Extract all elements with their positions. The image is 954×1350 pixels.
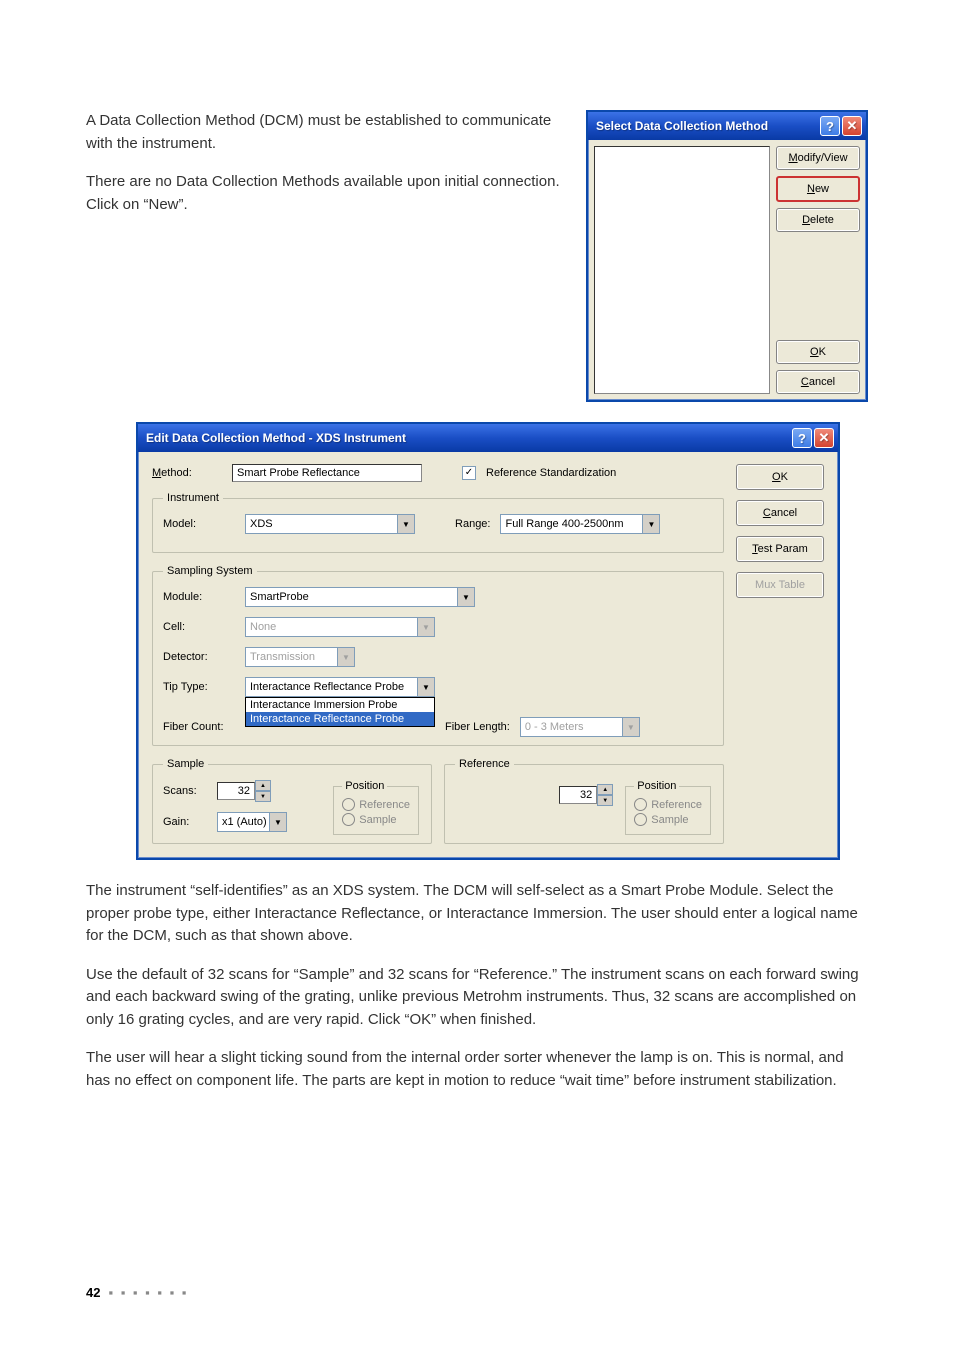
fiber-length-label: Fiber Length:: [445, 721, 510, 733]
chevron-down-icon: ▼: [417, 618, 434, 636]
close-icon[interactable]: ✕: [814, 428, 834, 448]
cancel-button[interactable]: Cancel: [776, 370, 860, 394]
spin-up-icon[interactable]: ▲: [597, 784, 613, 795]
tip-option-immersion[interactable]: Interactance Immersion Probe: [246, 698, 434, 712]
spin-down-icon[interactable]: ▼: [597, 795, 613, 806]
spin-up-icon[interactable]: ▲: [255, 780, 271, 791]
reference-group: Reference ▲▼ Position Reference: [444, 758, 724, 844]
body-p1: The instrument “self-identifies” as an X…: [86, 880, 868, 948]
sample-group: Sample Scans: ▲▼: [152, 758, 432, 844]
sampling-group: Sampling System Module: SmartProbe▼ Cell…: [152, 565, 724, 746]
ok-button[interactable]: OK: [776, 340, 860, 364]
model-label: Model:: [163, 518, 235, 530]
edit-dcm-dialog: Edit Data Collection Method - XDS Instru…: [136, 422, 840, 860]
model-select[interactable]: XDS▼: [245, 514, 415, 534]
method-label: Method:: [152, 467, 222, 479]
new-button[interactable]: New: [776, 176, 860, 202]
sample-scans-input[interactable]: ▲▼: [217, 780, 271, 802]
scans-label: Scans:: [163, 785, 207, 797]
sampling-legend: Sampling System: [163, 565, 257, 577]
body-p3: The user will hear a slight ticking soun…: [86, 1047, 868, 1092]
fiber-length-select: 0 - 3 Meters▼: [520, 717, 640, 737]
modify-view-button[interactable]: Modify/View: [776, 146, 860, 170]
reference-position-group: Position Reference Sample: [625, 780, 711, 835]
cell-label: Cell:: [163, 621, 235, 633]
chevron-down-icon: ▼: [642, 515, 659, 533]
test-param-button[interactable]: Test Param: [736, 536, 824, 562]
cancel-button[interactable]: Cancel: [736, 500, 824, 526]
page-footer: 42 ▪ ▪ ▪ ▪ ▪ ▪ ▪: [86, 1285, 188, 1300]
edit-dcm-title: Edit Data Collection Method - XDS Instru…: [146, 431, 406, 445]
ref-pos-sample-radio: Sample: [634, 813, 702, 826]
reference-scans-input[interactable]: ▲▼: [559, 784, 613, 806]
tip-type-label: Tip Type:: [163, 681, 235, 693]
help-icon[interactable]: ?: [792, 428, 812, 448]
fiber-count-label: Fiber Count:: [163, 721, 235, 733]
tip-option-reflectance[interactable]: Interactance Reflectance Probe: [246, 712, 434, 726]
sample-legend: Sample: [163, 758, 208, 770]
close-icon[interactable]: ✕: [842, 116, 862, 136]
help-icon[interactable]: ?: [820, 116, 840, 136]
gain-label: Gain:: [163, 816, 207, 828]
ok-button[interactable]: OK: [736, 464, 824, 490]
gain-select[interactable]: x1 (Auto)▼: [217, 812, 287, 832]
tip-type-select[interactable]: Interactance Reflectance Probe▼: [245, 677, 435, 697]
chevron-down-icon: ▼: [337, 648, 354, 666]
mux-table-button: Mux Table: [736, 572, 824, 598]
sample-pos-sample-radio: Sample: [342, 813, 410, 826]
delete-button[interactable]: Delete: [776, 208, 860, 232]
method-input[interactable]: Smart Probe Reflectance: [232, 464, 422, 482]
intro-p2: There are no Data Collection Methods ava…: [86, 171, 568, 216]
ref-pos-reference-radio: Reference: [634, 798, 702, 811]
footer-dots: ▪ ▪ ▪ ▪ ▪ ▪ ▪: [108, 1285, 188, 1300]
chevron-down-icon: ▼: [417, 678, 434, 696]
instrument-group: Instrument Model: XDS▼ Range: Full Range…: [152, 492, 724, 553]
ref-std-checkbox[interactable]: ✓: [462, 466, 476, 480]
chevron-down-icon: ▼: [457, 588, 474, 606]
cell-select: None▼: [245, 617, 435, 637]
detector-label: Detector:: [163, 651, 235, 663]
body-p2: Use the default of 32 scans for “Sample”…: [86, 964, 868, 1032]
sample-position-group: Position Reference Sample: [333, 780, 419, 835]
intro-p1: A Data Collection Method (DCM) must be e…: [86, 110, 568, 155]
sample-pos-reference-radio: Reference: [342, 798, 410, 811]
tip-type-options[interactable]: Interactance Immersion Probe Interactanc…: [245, 697, 435, 727]
module-select[interactable]: SmartProbe▼: [245, 587, 475, 607]
range-label: Range:: [455, 518, 490, 530]
chevron-down-icon: ▼: [622, 718, 639, 736]
instrument-legend: Instrument: [163, 492, 223, 504]
select-dcm-title: Select Data Collection Method: [596, 119, 768, 133]
range-select[interactable]: Full Range 400-2500nm▼: [500, 514, 660, 534]
page-number: 42: [86, 1285, 100, 1300]
module-label: Module:: [163, 591, 235, 603]
dcm-listbox[interactable]: [594, 146, 770, 394]
reference-legend: Reference: [455, 758, 514, 770]
ref-std-label: Reference Standardization: [486, 467, 616, 479]
detector-select: Transmission▼: [245, 647, 355, 667]
chevron-down-icon: ▼: [397, 515, 414, 533]
spin-down-icon[interactable]: ▼: [255, 791, 271, 802]
chevron-down-icon: ▼: [269, 813, 286, 831]
select-dcm-dialog: Select Data Collection Method ? ✕ Modify…: [586, 110, 868, 402]
